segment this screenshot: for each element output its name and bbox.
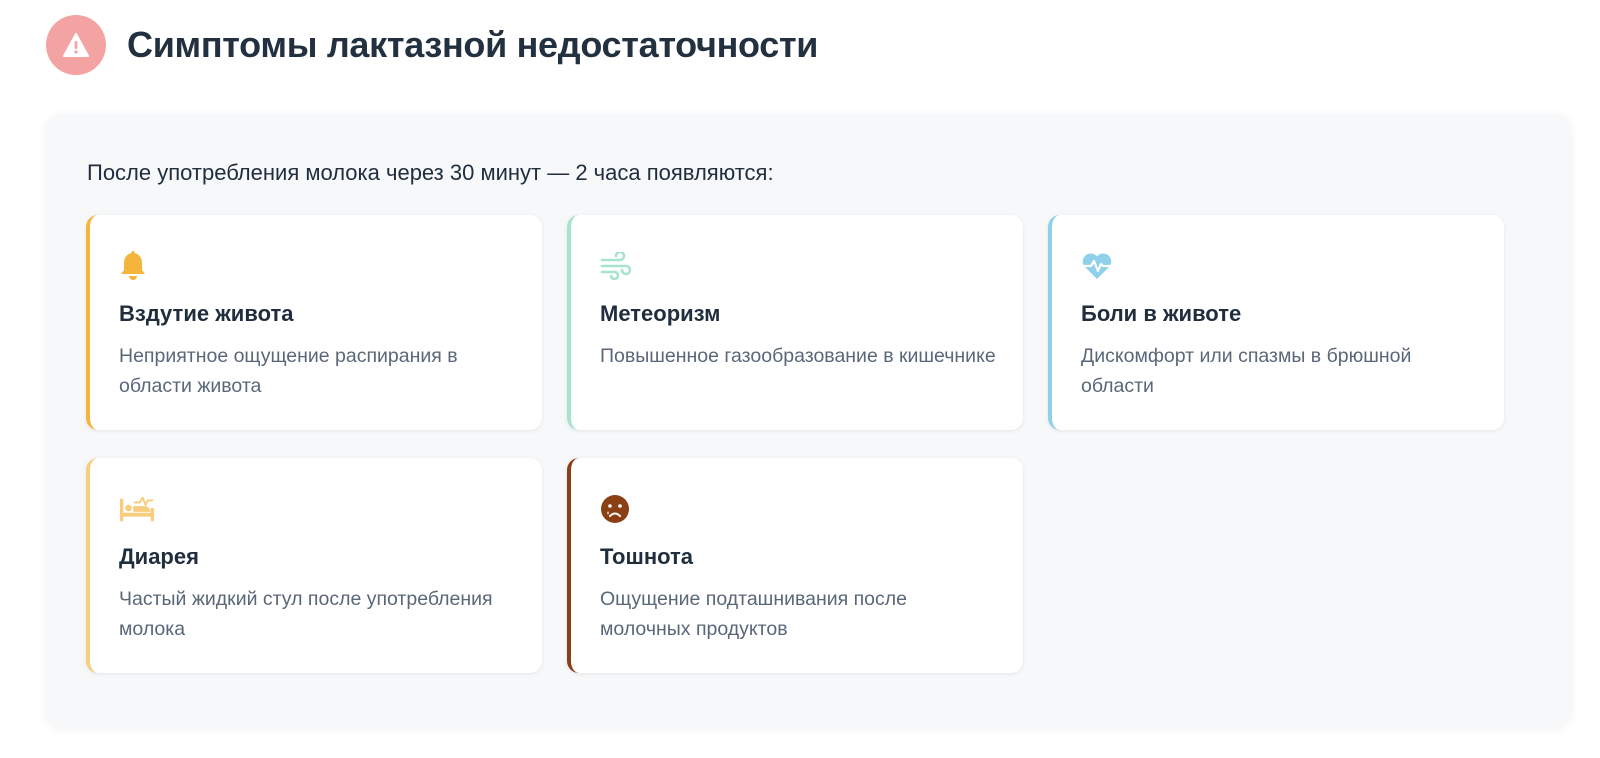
- card-title: Боли в животе: [1081, 301, 1242, 326]
- symptom-card-bloating: Вздутие живота Неприятное ощущение распи…: [86, 215, 542, 430]
- symptom-card-diarrhea: Диарея Частый жидкий стул после употребл…: [86, 458, 542, 673]
- card-title: Вздутие живота: [119, 301, 294, 326]
- page-title: Симптомы лактазной недостаточности: [127, 24, 819, 65]
- wind-icon: [600, 248, 636, 284]
- sad-face-icon: [600, 491, 636, 527]
- intro-text: После употребления молока через 30 минут…: [87, 160, 774, 185]
- bed-icon: [119, 491, 155, 527]
- card-title: Метеоризм: [600, 301, 721, 326]
- card-description: Повышенное газообразование в кишечнике: [600, 345, 996, 367]
- symptom-card-flatulence: Метеоризм Повышенное газообразование в к…: [567, 215, 1023, 430]
- card-description: Дискомфорт или спазмы в брюшной области: [1081, 345, 1412, 397]
- bell-icon: [119, 248, 155, 284]
- symptom-card-abdominal-pain: Боли в животе Дискомфорт или спазмы в бр…: [1048, 215, 1504, 430]
- page-header: Симптомы лактазной недостаточности: [46, 15, 818, 75]
- symptoms-panel: После употребления молока через 30 минут…: [46, 114, 1571, 727]
- heartbeat-icon: [1081, 248, 1117, 284]
- card-description: Неприятное ощущение распирания в области…: [119, 345, 458, 397]
- card-description: Частый жидкий стул после употребления мо…: [119, 588, 493, 640]
- warning-icon: [46, 15, 106, 75]
- symptom-card-nausea: Тошнота Ощущение подташнивания после мол…: [567, 458, 1023, 673]
- card-title: Диарея: [119, 544, 199, 569]
- card-description: Ощущение подташнивания после молочных пр…: [600, 588, 907, 640]
- card-title: Тошнота: [600, 544, 694, 569]
